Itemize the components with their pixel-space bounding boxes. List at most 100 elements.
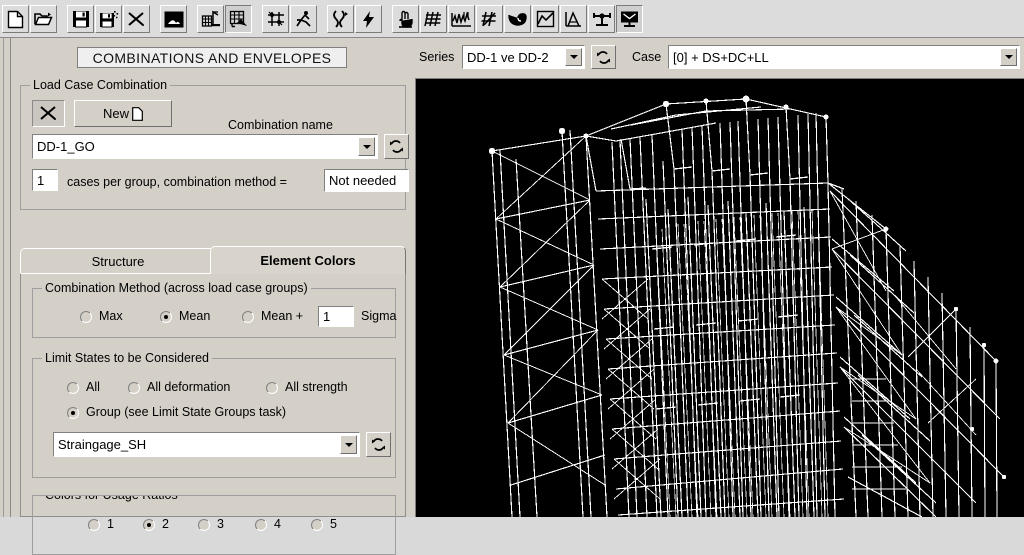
radio-all-strength[interactable] — [266, 382, 278, 394]
polyline-chart-icon[interactable] — [532, 5, 559, 33]
radio-all[interactable] — [67, 382, 79, 394]
save-as-icon[interactable] — [95, 5, 122, 33]
supports-icon[interactable] — [262, 5, 289, 33]
radio-ratio-2-label: 2 — [162, 517, 169, 531]
left-panel: COMBINATIONS AND ENVELOPES Load Case Com… — [0, 38, 415, 555]
refresh-combination-button[interactable] — [384, 134, 409, 159]
combination-method-value: Not needed — [329, 173, 397, 188]
chevron-down-icon[interactable] — [358, 137, 375, 156]
element-colors-panel: Combination Method (across load case gro… — [20, 273, 406, 555]
series-value: DD-1 ve DD-2 — [467, 49, 549, 65]
page-title: COMBINATIONS AND ENVELOPES — [77, 47, 347, 68]
usage-ratios-group-label: Colors for Usage Ratios — [42, 496, 181, 502]
combination-method-group-label: Combination Method (across load case gro… — [42, 281, 311, 295]
chevron-down-icon-case[interactable] — [1000, 48, 1017, 66]
refresh-series-button[interactable] — [591, 45, 616, 69]
hand-load-icon[interactable] — [392, 5, 419, 33]
main-toolbar — [0, 0, 1024, 38]
chevron-down-icon-series[interactable] — [565, 48, 582, 66]
load-case-combination-label: Load Case Combination — [30, 78, 171, 92]
case-label: Case — [632, 50, 662, 64]
combination-name-combo[interactable]: DD-1_GO — [32, 134, 378, 159]
radio-ratio-5[interactable] — [311, 519, 323, 531]
radio-ratio-5-label: 5 — [330, 517, 337, 531]
chevron-down-icon-2[interactable] — [340, 435, 357, 454]
radio-max[interactable] — [80, 311, 92, 323]
limit-states-group: Limit States to be Considered All All de… — [32, 351, 396, 478]
radio-mean-sigma[interactable] — [242, 311, 254, 323]
radio-mean-sigma-label: Mean + — [261, 309, 304, 323]
radio-mean-label: Mean — [179, 309, 211, 323]
close-x-icon[interactable] — [123, 5, 150, 33]
node-icon[interactable] — [588, 5, 615, 33]
mesh-icon[interactable] — [420, 5, 447, 33]
open-folder-icon[interactable] — [30, 5, 57, 33]
wireframe-model — [416, 79, 1024, 517]
view-selector-bar: Series DD-1 ve DD-2 Case [0] + DS+DC+LL — [415, 38, 1024, 78]
radio-group-label: Group (see Limit State Groups task) — [86, 405, 287, 419]
new-file-small-icon — [132, 106, 143, 121]
limit-state-group-value: Straingage_SH — [58, 437, 147, 452]
limit-states-group-label: Limit States to be Considered — [42, 351, 212, 365]
radio-all-label: All — [86, 380, 100, 394]
run-analysis-icon[interactable] — [290, 5, 317, 33]
panel-body: COMBINATIONS AND ENVELOPES Load Case Com… — [11, 38, 415, 555]
tabstrip: Structure Element Colors — [20, 246, 406, 274]
refresh-icon-2 — [372, 438, 385, 451]
combination-method-group: Combination Method (across load case gro… — [32, 281, 397, 338]
radio-ratio-1-label: 1 — [107, 517, 114, 531]
right-pane: Series DD-1 ve DD-2 Case [0] + DS+DC+LL — [415, 38, 1024, 517]
peak-chart-icon[interactable] — [560, 5, 587, 33]
radio-max-label: Max — [99, 309, 123, 323]
refresh-limit-state-button[interactable] — [366, 432, 391, 457]
shell-icon[interactable] — [504, 5, 531, 33]
save-icon[interactable] — [67, 5, 94, 33]
grid-building-icon[interactable] — [225, 5, 252, 33]
radio-ratio-4-label: 4 — [274, 517, 281, 531]
sigma-label: Sigma — [361, 309, 397, 323]
tab-structure[interactable]: Structure — [20, 248, 216, 274]
signal-chart-icon[interactable] — [448, 5, 475, 33]
image-icon[interactable] — [160, 5, 187, 33]
usage-ratios-group: Colors for Usage Ratios 1 2 3 4 5 — [32, 495, 396, 555]
section-icon[interactable] — [476, 5, 503, 33]
radio-ratio-1[interactable] — [88, 519, 100, 531]
refresh-icon — [390, 140, 403, 153]
cut-combination-button[interactable] — [32, 100, 65, 127]
lightning-icon[interactable] — [355, 5, 382, 33]
tab-element-colors-label: Element Colors — [260, 253, 356, 268]
combination-method-readout: Not needed — [324, 169, 409, 192]
load-case-combination-group: Load Case Combination New Combination na… — [20, 78, 409, 210]
limit-state-group-combo[interactable]: Straingage_SH — [53, 432, 360, 457]
radio-ratio-2[interactable] — [143, 519, 155, 531]
radio-all-deformation-label: All deformation — [147, 380, 231, 394]
new-combination-button[interactable]: New — [74, 100, 172, 127]
combination-name-value: DD-1_GO — [37, 139, 95, 154]
case-combo[interactable]: [0] + DS+DC+LL — [668, 45, 1020, 69]
curves-icon[interactable] — [327, 5, 354, 33]
new-combination-label: New — [102, 106, 129, 121]
sigma-input[interactable]: 1 — [318, 306, 354, 327]
new-file-icon[interactable] — [2, 5, 29, 33]
radio-mean[interactable] — [160, 311, 172, 323]
series-label: Series — [419, 50, 455, 64]
3d-structure-wireframe[interactable] — [415, 78, 1024, 517]
cases-per-group-label: cases per group, combination method = — [67, 175, 287, 189]
series-combo[interactable]: DD-1 ve DD-2 — [462, 45, 585, 69]
tab-element-colors[interactable]: Element Colors — [210, 246, 406, 274]
radio-ratio-3-label: 3 — [217, 517, 224, 531]
radio-group[interactable] — [67, 407, 79, 419]
application-window: COMBINATIONS AND ENVELOPES Load Case Com… — [0, 0, 1024, 555]
refresh-icon-3 — [597, 50, 610, 64]
radio-all-deformation[interactable] — [128, 382, 140, 394]
scissors-x-icon — [40, 106, 56, 120]
display-monitor-icon[interactable] — [616, 5, 643, 33]
radio-ratio-4[interactable] — [255, 519, 267, 531]
radio-ratio-3[interactable] — [198, 519, 210, 531]
cases-per-group-value: 1 — [37, 172, 45, 188]
combination-name-label: Combination name — [228, 118, 333, 132]
radio-all-strength-label: All strength — [285, 380, 348, 394]
structure-model-icon[interactable] — [197, 5, 224, 33]
panel-scrollbar[interactable] — [0, 38, 11, 517]
cases-per-group-input[interactable]: 1 — [32, 169, 58, 191]
